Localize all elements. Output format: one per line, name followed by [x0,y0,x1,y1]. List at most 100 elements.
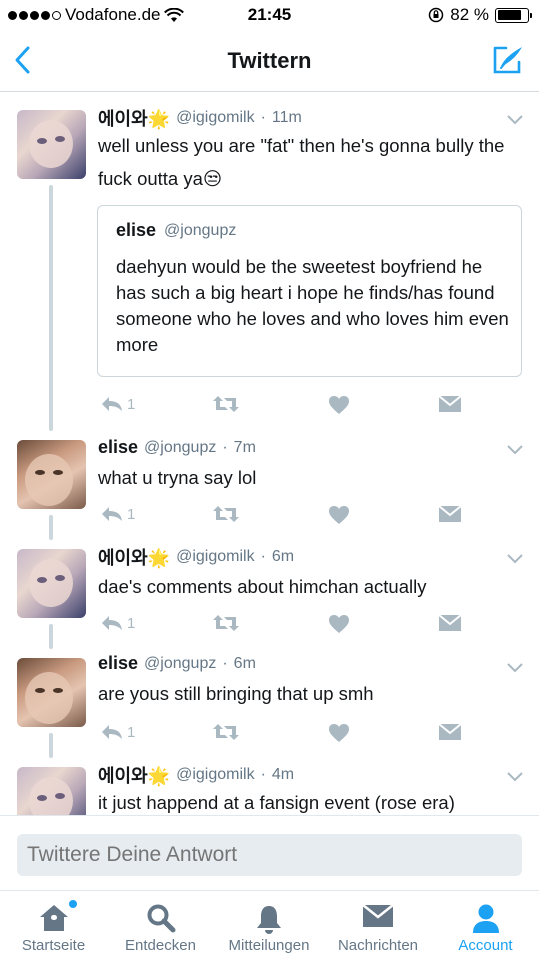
tweet-header: elise @jongupz · 7m [98,437,256,458]
retweet-icon [213,506,239,522]
reply-count: 1 [127,505,136,523]
envelope-icon [362,904,394,927]
tweet-time: 7m [233,438,256,456]
retweet-button[interactable] [212,395,240,413]
envelope-icon [438,395,462,412]
user-handle[interactable]: @igigomilk [176,766,254,784]
avatar[interactable] [17,767,86,815]
reply-composer [0,815,539,890]
separator-dot: · [260,548,266,565]
avatar[interactable] [17,549,86,618]
separator-dot: · [222,438,228,456]
envelope-icon [438,614,462,631]
direct-message-button[interactable] [438,723,462,741]
like-button[interactable] [328,395,350,415]
display-name[interactable]: elise [98,437,138,458]
reply-button[interactable]: 1 [100,395,135,413]
separator-dot: · [222,654,228,672]
display-name[interactable]: 에이와🌟 [98,544,170,570]
chevron-down-icon[interactable] [507,663,523,673]
search-icon [147,904,175,933]
page-title: Twittern [227,48,312,73]
reply-button[interactable]: 1 [100,723,135,741]
retweet-button[interactable] [212,505,240,523]
thread-connector [49,733,53,758]
reply-count: 1 [127,614,136,632]
heart-icon [329,396,349,414]
tweet-time: 6m [271,548,295,565]
direct-message-button[interactable] [438,505,462,523]
bell-icon [257,906,281,934]
tweet[interactable]: 에이와🌟 @igigomilk · 11m well unless you ar… [0,93,539,431]
rotation-lock-icon [429,7,444,23]
user-handle[interactable]: @igigomilk [176,109,254,127]
tweet-text: are yous still bringing that up smh [98,683,374,704]
avatar[interactable] [17,110,86,179]
tab-bar: Startseite Entdecken Mitteilungen Nachri… [0,890,539,960]
battery-icon [495,7,532,23]
display-name[interactable]: elise [98,653,138,674]
tab-home[interactable]: Startseite [0,891,107,960]
chevron-down-icon[interactable] [507,115,523,125]
quoted-tweet[interactable]: elise @jongupz daehyun would be the swee… [97,205,522,377]
tab-messages[interactable]: Nachrichten [324,891,432,960]
like-button[interactable] [328,723,350,743]
envelope-icon [438,723,462,740]
tweet[interactable]: elise @jongupz · 7m what u tryna say lol… [0,431,539,540]
notification-dot [69,900,77,908]
tweet-text: well unless you are "fat" then he's gonn… [98,135,505,189]
reply-input[interactable] [17,834,522,876]
tab-explore[interactable]: Entdecken [107,891,214,960]
reply-button[interactable]: 1 [100,614,135,632]
direct-message-button[interactable] [438,395,462,413]
navigation-bar: Twittern [0,30,539,92]
reply-button[interactable]: 1 [100,505,135,523]
retweet-button[interactable] [212,614,240,632]
tweet-time: 4m [271,766,295,783]
tweet-header: 에이와🌟 @igigomilk · 4m [98,762,294,788]
quoted-user-handle: @jongupz [164,221,237,239]
tweet-header: elise @jongupz · 6m [98,653,256,674]
tab-label: Mitteilungen [228,937,310,954]
chevron-down-icon[interactable] [507,554,523,564]
tweet[interactable]: elise @jongupz · 6m are yous still bring… [0,649,539,758]
chevron-down-icon[interactable] [507,772,523,782]
quoted-display-name: elise [116,220,157,240]
retweet-button[interactable] [212,723,240,741]
tab-label: Startseite [21,937,86,954]
reply-icon [102,507,122,521]
chevron-down-icon[interactable] [507,445,523,455]
reply-count: 1 [127,723,136,741]
tweet-text: it just happend at a fansign event (rose… [98,792,455,813]
display-name[interactable]: 에이와🌟 [98,762,170,788]
like-button[interactable] [328,614,350,634]
user-handle[interactable]: @jongupz [144,439,216,457]
tweet-actions: 1 [98,614,478,636]
display-name[interactable]: 에이와🌟 [98,105,170,131]
separator-dot: · [260,109,266,126]
like-button[interactable] [328,505,350,525]
tab-account[interactable]: Account [432,891,539,960]
heart-icon [329,506,349,524]
tab-label: Entdecken [125,937,196,954]
tab-label: Account [458,937,513,954]
avatar[interactable] [17,440,86,509]
retweet-icon [213,615,239,631]
tab-notifications[interactable]: Mitteilungen [214,891,324,960]
avatar[interactable] [17,658,86,727]
person-icon [472,904,499,933]
thread-connector [49,624,53,649]
compose-icon[interactable] [491,44,525,76]
retweet-icon [213,724,239,740]
conversation-timeline[interactable]: 에이와🌟 @igigomilk · 11m well unless you ar… [0,93,539,815]
user-handle[interactable]: @igigomilk [176,548,254,566]
tweet[interactable]: 에이와🌟 @igigomilk · 4m it just happend at … [0,758,539,815]
direct-message-button[interactable] [438,614,462,632]
reply-count: 1 [127,395,136,413]
user-handle[interactable]: @jongupz [144,655,216,673]
retweet-icon [213,396,239,412]
heart-icon [329,615,349,633]
reply-icon [102,397,122,411]
tweet[interactable]: 에이와🌟 @igigomilk · 6m dae's comments abou… [0,540,539,649]
battery-group: 82 % [428,5,532,25]
